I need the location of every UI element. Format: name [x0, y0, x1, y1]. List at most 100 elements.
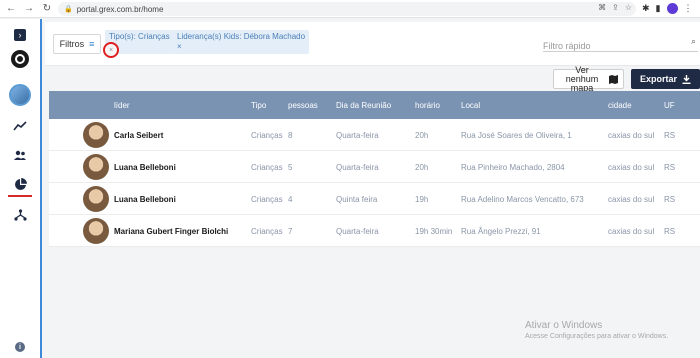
- col-city[interactable]: cidade: [608, 101, 632, 110]
- download-icon: [682, 74, 691, 84]
- cell-day: Quarta-feira: [336, 163, 379, 172]
- cell-leader: Mariana Gubert Finger Biolchi: [114, 227, 229, 236]
- cell-time: 19h: [415, 195, 429, 204]
- trend-chart-icon: [13, 121, 27, 131]
- sidepanel-icon[interactable]: ▮: [656, 3, 661, 14]
- col-day[interactable]: Dia da Reunião: [336, 101, 391, 110]
- cell-time: 20h: [415, 131, 429, 140]
- active-indicator: [8, 195, 32, 197]
- cell-leader: Carla Seibert: [114, 131, 164, 140]
- cell-time: 19h 30min: [415, 227, 453, 236]
- avatar: [83, 154, 109, 180]
- url-text: portal.grex.com.br/home: [76, 4, 164, 14]
- filter-bar: Filtros ≡ Tipo(s): Crianças × Liderança(…: [45, 22, 700, 66]
- cell-uf: RS: [664, 227, 676, 236]
- translate-icon[interactable]: ⌘: [598, 3, 606, 12]
- col-leader[interactable]: líder: [114, 101, 130, 110]
- sidebar-logo[interactable]: [0, 50, 40, 68]
- windows-activation-subtitle: Acesse Configurações para ativar o Windo…: [525, 333, 669, 340]
- table-row[interactable]: Mariana Gubert Finger Biolchi Crianças 7…: [49, 215, 700, 247]
- browser-menu-icon[interactable]: ⋮: [684, 3, 693, 14]
- avatar: [9, 84, 31, 106]
- col-uf[interactable]: UF: [664, 101, 675, 110]
- cell-people: 5: [288, 163, 293, 172]
- avatar: [83, 122, 109, 148]
- cell-city: caxias do sul: [608, 131, 655, 140]
- sidebar-item-people[interactable]: [0, 150, 40, 161]
- cell-location: Rua José Soares de Oliveira, 1: [461, 131, 572, 140]
- share-icon[interactable]: ⇪: [612, 3, 619, 12]
- reload-icon[interactable]: ↻: [40, 2, 54, 16]
- export-label: Exportar: [639, 74, 677, 84]
- view-map-label: Ver nenhum mapa: [565, 64, 599, 93]
- col-type[interactable]: Tipo: [251, 101, 266, 110]
- pie-chart-icon: [14, 178, 27, 190]
- info-icon: i: [15, 342, 25, 352]
- cell-location: Rua Ângelo Prezzi, 91: [461, 227, 541, 236]
- table-row[interactable]: Luana Belleboni Crianças 4 Quinta feira …: [49, 183, 700, 215]
- logo-icon: [11, 50, 29, 68]
- sidebar-info[interactable]: i: [0, 342, 40, 352]
- cell-day: Quarta-feira: [336, 131, 379, 140]
- lock-icon: 🔒: [64, 6, 73, 13]
- chip-label: Tipo(s): Crianças: [109, 32, 170, 41]
- quick-filter-input[interactable]: [543, 41, 683, 51]
- sidebar-collapse[interactable]: ›: [0, 29, 40, 41]
- bookmark-star-icon[interactable]: ☆: [625, 3, 632, 12]
- cell-people: 8: [288, 131, 293, 140]
- cell-people: 4: [288, 195, 293, 204]
- cell-time: 20h: [415, 163, 429, 172]
- search-icon[interactable]: ⌕: [691, 36, 696, 47]
- avatar: [83, 218, 109, 244]
- browser-toolbar: ← → ↻ 🔒 portal.grex.com.br/home ⌘ ⇪ ☆ ✱ …: [0, 0, 700, 18]
- col-time[interactable]: horário: [415, 101, 440, 110]
- table-row[interactable]: Carla Seibert Crianças 8 Quarta-feira 20…: [49, 119, 700, 151]
- export-button[interactable]: Exportar: [631, 69, 700, 89]
- filters-button[interactable]: Filtros ≡: [53, 34, 101, 54]
- extensions-icon[interactable]: ✱: [642, 3, 650, 14]
- leaders-table: líder Tipo pessoas Dia da Reunião horári…: [49, 91, 700, 247]
- cell-type: Crianças: [251, 195, 283, 204]
- forward-icon[interactable]: →: [22, 2, 36, 16]
- cell-type: Crianças: [251, 163, 283, 172]
- col-location[interactable]: Local: [461, 101, 480, 110]
- remove-chip-button[interactable]: ×: [103, 42, 119, 58]
- cell-people: 7: [288, 227, 293, 236]
- people-icon: [14, 150, 26, 160]
- avatar: [83, 186, 109, 212]
- table-header: líder Tipo pessoas Dia da Reunião horári…: [49, 91, 700, 119]
- sidebar-avatar[interactable]: [0, 84, 40, 106]
- cell-day: Quinta feira: [336, 195, 378, 204]
- sidebar-item-dashboard[interactable]: [0, 178, 40, 191]
- address-bar[interactable]: 🔒 portal.grex.com.br/home ⌘ ⇪ ☆: [58, 2, 636, 16]
- sidebar-item-reports[interactable]: [0, 121, 40, 131]
- view-map-button[interactable]: Ver nenhum mapa: [553, 65, 624, 92]
- filter-lines-icon: ≡: [89, 39, 95, 49]
- profile-avatar[interactable]: [666, 3, 678, 14]
- cell-uf: RS: [664, 195, 676, 204]
- cell-type: Crianças: [251, 227, 283, 236]
- cell-leader: Luana Belleboni: [114, 195, 176, 204]
- cell-city: caxias do sul: [608, 163, 655, 172]
- cell-location: Rua Pinheiro Machado, 2804: [461, 163, 565, 172]
- sidebar: › i: [0, 19, 42, 358]
- col-people[interactable]: pessoas: [288, 101, 318, 110]
- back-icon[interactable]: ←: [4, 2, 18, 16]
- sidebar-item-network[interactable]: [0, 209, 40, 221]
- cell-uf: RS: [664, 131, 676, 140]
- filter-chip-leadership[interactable]: Liderança(s) Kids: Débora Machado ×: [173, 30, 310, 54]
- close-icon[interactable]: ×: [177, 42, 305, 52]
- network-icon: [13, 209, 27, 221]
- filters-label: Filtros: [59, 39, 85, 49]
- cell-day: Quarta-feira: [336, 227, 379, 236]
- chevron-right-icon[interactable]: ›: [14, 29, 26, 41]
- map-icon: [609, 74, 618, 84]
- cell-leader: Luana Belleboni: [114, 163, 176, 172]
- cell-uf: RS: [664, 163, 676, 172]
- cell-city: caxias do sul: [608, 227, 655, 236]
- table-row[interactable]: Luana Belleboni Crianças 5 Quarta-feira …: [49, 151, 700, 183]
- quick-filter: ⌕: [543, 36, 698, 52]
- cell-type: Crianças: [251, 131, 283, 140]
- cell-location: Rua Adelino Marcos Vencatto, 673: [461, 195, 584, 204]
- close-icon: ×: [108, 46, 114, 54]
